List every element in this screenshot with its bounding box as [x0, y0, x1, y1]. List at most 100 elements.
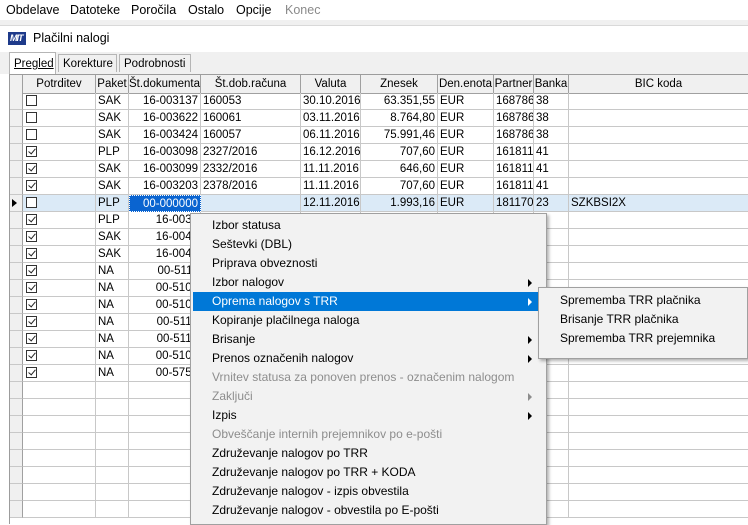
paket-cell[interactable]: NA — [96, 365, 129, 382]
znesek-cell[interactable]: 8.764,80 — [361, 110, 438, 127]
znesek-cell[interactable]: 75.991,46 — [361, 127, 438, 144]
potrditev-checkbox[interactable] — [26, 316, 37, 327]
bic-cell[interactable] — [569, 229, 748, 246]
bic-cell[interactable] — [569, 246, 748, 263]
banka-cell[interactable]: 38 — [534, 93, 569, 110]
bic-cell[interactable] — [569, 416, 748, 433]
banka-cell[interactable]: 41 — [534, 144, 569, 161]
paket-cell[interactable]: SAK — [96, 246, 129, 263]
submenu-item[interactable]: Brisanje TRR plačnika — [541, 310, 745, 329]
bic-cell[interactable] — [569, 467, 748, 484]
potrditev-cell[interactable] — [23, 144, 96, 161]
enota-cell[interactable]: EUR — [438, 110, 494, 127]
potrditev-checkbox[interactable] — [26, 367, 37, 378]
bic-cell[interactable] — [569, 144, 748, 161]
partner-cell[interactable]: 161811 — [494, 144, 534, 161]
header-potrditev[interactable]: Potrditev — [23, 75, 96, 93]
table-row[interactable]: SAK 16-003424 160057 06.11.2016 75.991,46 EUR… — [10, 127, 748, 144]
bic-cell[interactable] — [569, 433, 748, 450]
dok-cell[interactable]: 00-000000 — [129, 195, 201, 212]
rac-cell[interactable] — [201, 195, 301, 212]
bic-cell[interactable]: SZKBSI2X — [569, 195, 748, 212]
rac-cell[interactable]: 160053 — [201, 93, 301, 110]
potrditev-checkbox[interactable] — [26, 299, 37, 310]
bic-cell[interactable] — [569, 161, 748, 178]
header-znesek[interactable]: Znesek — [361, 75, 438, 93]
potrditev-cell[interactable] — [23, 110, 96, 127]
paket-cell[interactable]: SAK — [96, 110, 129, 127]
valuta-cell[interactable]: 11.11.2016 — [301, 161, 361, 178]
bic-cell[interactable] — [569, 484, 748, 501]
banka-cell[interactable]: 41 — [534, 161, 569, 178]
potrditev-cell[interactable] — [23, 501, 96, 518]
partner-cell[interactable]: 181170 — [494, 195, 534, 212]
potrditev-cell[interactable] — [23, 433, 96, 450]
rac-cell[interactable]: 160057 — [201, 127, 301, 144]
potrditev-cell[interactable] — [23, 229, 96, 246]
potrditev-cell[interactable] — [23, 484, 96, 501]
potrditev-cell[interactable] — [23, 314, 96, 331]
banka-cell[interactable]: 38 — [534, 110, 569, 127]
paket-cell[interactable] — [96, 433, 129, 450]
enota-cell[interactable]: EUR — [438, 195, 494, 212]
menu-obdelave[interactable]: Obdelave — [6, 2, 60, 18]
potrditev-cell[interactable] — [23, 178, 96, 195]
valuta-cell[interactable]: 30.10.2016 — [301, 93, 361, 110]
partner-cell[interactable]: 168786 — [494, 93, 534, 110]
context-menu-item[interactable]: Izbor statusa — [193, 216, 544, 235]
context-menu-item[interactable]: Izbor nalogov — [193, 273, 544, 292]
bic-cell[interactable] — [569, 382, 748, 399]
header-st-dokumenta[interactable]: Št.dokumenta — [129, 75, 201, 93]
potrditev-checkbox[interactable] — [26, 231, 37, 242]
potrditev-checkbox[interactable] — [26, 282, 37, 293]
bic-cell[interactable] — [569, 263, 748, 280]
paket-cell[interactable]: PLP — [96, 144, 129, 161]
header-valuta[interactable]: Valuta — [301, 75, 361, 93]
potrditev-checkbox[interactable] — [26, 95, 37, 106]
menu-datoteke[interactable]: Datoteke — [70, 2, 120, 18]
potrditev-cell[interactable] — [23, 365, 96, 382]
context-menu-item[interactable]: Brisanje — [193, 330, 544, 349]
potrditev-cell[interactable] — [23, 297, 96, 314]
bic-cell[interactable] — [569, 110, 748, 127]
submenu-item[interactable]: Sprememba TRR plačnika — [541, 291, 745, 310]
context-menu-item[interactable]: Združevanje nalogov - obvestila po E-poš… — [193, 501, 544, 520]
paket-cell[interactable]: NA — [96, 297, 129, 314]
paket-cell[interactable] — [96, 501, 129, 518]
bic-cell[interactable] — [569, 501, 748, 518]
bic-cell[interactable] — [569, 93, 748, 110]
table-row[interactable]: SAK 16-003622 160061 03.11.2016 8.764,80 EUR 1… — [10, 110, 748, 127]
potrditev-checkbox[interactable] — [26, 146, 37, 157]
bic-cell[interactable] — [569, 399, 748, 416]
valuta-cell[interactable]: 06.11.2016 — [301, 127, 361, 144]
paket-cell[interactable]: NA — [96, 348, 129, 365]
potrditev-checkbox[interactable] — [26, 180, 37, 191]
banka-cell[interactable]: 38 — [534, 127, 569, 144]
potrditev-cell[interactable] — [23, 331, 96, 348]
znesek-cell[interactable]: 63.351,55 — [361, 93, 438, 110]
paket-cell[interactable]: SAK — [96, 229, 129, 246]
context-menu-item[interactable]: Oprema nalogov s TRR — [193, 292, 544, 311]
dok-cell[interactable]: 16-003098 — [129, 144, 201, 161]
potrditev-cell[interactable] — [23, 263, 96, 280]
partner-cell[interactable]: 168786 — [494, 110, 534, 127]
potrditev-checkbox[interactable] — [26, 129, 37, 140]
rac-cell[interactable]: 2332/2016 — [201, 161, 301, 178]
paket-cell[interactable]: NA — [96, 263, 129, 280]
potrditev-checkbox[interactable] — [26, 350, 37, 361]
menu-konec[interactable]: Konec — [285, 2, 320, 18]
potrditev-cell[interactable] — [23, 467, 96, 484]
potrditev-checkbox[interactable] — [26, 333, 37, 344]
table-row[interactable]: SAK 16-003099 2332/2016 11.11.2016 646,60 EUR… — [10, 161, 748, 178]
partner-cell[interactable]: 161811 — [494, 161, 534, 178]
header-paket[interactable]: Paket — [96, 75, 129, 93]
paket-cell[interactable] — [96, 484, 129, 501]
potrditev-cell[interactable] — [23, 93, 96, 110]
context-menu-item[interactable]: Prenos označenih nalogov — [193, 349, 544, 368]
potrditev-cell[interactable] — [23, 127, 96, 144]
paket-cell[interactable] — [96, 467, 129, 484]
dok-cell[interactable]: 16-003622 — [129, 110, 201, 127]
header-bic-koda[interactable]: BIC koda — [569, 75, 748, 93]
paket-cell[interactable]: SAK — [96, 161, 129, 178]
context-menu-item[interactable]: Združevanje nalogov po TRR — [193, 444, 544, 463]
